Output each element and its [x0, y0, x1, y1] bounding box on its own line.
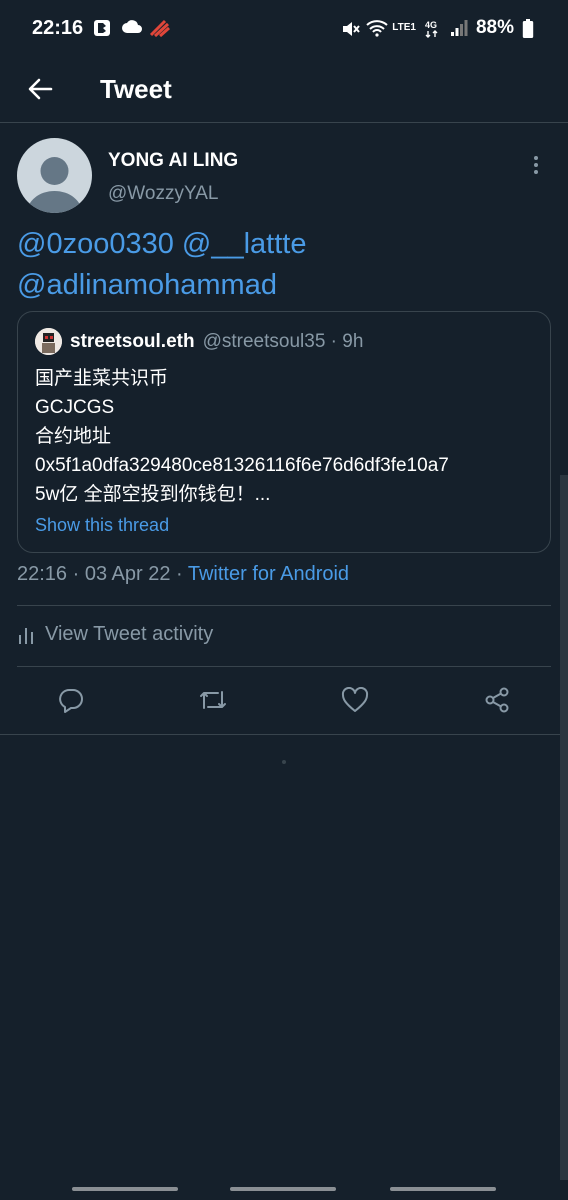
more-vertical-icon [534, 156, 538, 174]
mute-icon [340, 19, 361, 37]
nav-home[interactable] [230, 1187, 336, 1191]
tweet-actions-bar [17, 668, 551, 732]
author-handle[interactable]: @WozzyYAL [108, 183, 218, 205]
top-app-bar: Tweet [0, 56, 568, 123]
reply-icon [59, 689, 83, 713]
tweet-source-link[interactable]: Twitter for Android [188, 563, 349, 585]
retweet-icon [200, 691, 226, 709]
author-avatar[interactable] [17, 138, 92, 213]
scrollbar[interactable] [560, 475, 568, 1180]
quoted-tweet-body: 国产韭菜共识币 GCJCGS 合约地址 0x5f1a0dfa329480ce81… [35, 364, 449, 509]
share-button[interactable] [473, 676, 521, 724]
volte-label: LTE1 [392, 22, 416, 33]
loading-indicator [282, 760, 286, 764]
status-bar: 22:16 LTE1 4G 88% [0, 0, 568, 56]
retweet-button[interactable] [189, 676, 237, 724]
quoted-line: 合约地址 [35, 426, 112, 447]
heart-icon [341, 687, 369, 712]
cloud-icon [121, 19, 143, 37]
quoted-line: 0x5f1a0dfa329480ce81326116f6e76d6df3fe10… [35, 455, 449, 476]
divider [0, 734, 568, 735]
more-options-button[interactable] [521, 150, 551, 180]
view-tweet-activity-label: View Tweet activity [45, 623, 214, 645]
default-avatar-icon [27, 157, 82, 213]
tweet-text: @0zoo0330 @__lattte @adlinamohammad [17, 224, 537, 306]
divider [17, 605, 551, 606]
tweet-meta: 22:16 · 03 Apr 22 · Twitter for Android [17, 563, 349, 586]
4g-icon: 4G [424, 19, 442, 38]
quoted-author-handle: @streetsoul35 · 9h [202, 330, 364, 352]
status-time: 22:16 [32, 16, 84, 39]
battery-percent: 88% [475, 17, 514, 38]
quoted-author-avatar [35, 328, 62, 355]
view-tweet-activity-button[interactable]: View Tweet activity [17, 623, 213, 646]
reply-button[interactable] [47, 676, 95, 724]
wifi-icon [366, 19, 388, 37]
author-name[interactable]: YONG AI LING [108, 150, 238, 172]
quoted-line: GCJCGS [35, 397, 115, 418]
show-thread-link[interactable]: Show this thread [35, 515, 169, 536]
quoted-line: 国产韭菜共识币 [35, 368, 169, 389]
back-button[interactable] [20, 69, 60, 109]
mention-link[interactable]: @adlinamohammad [17, 269, 277, 301]
page-title: Tweet [100, 73, 172, 104]
arrow-left-icon [28, 78, 53, 100]
svg-text:4G: 4G [425, 20, 437, 30]
quoted-tweet-header: streetsoul.eth @streetsoul35 · 9h [35, 328, 363, 355]
quoted-tweet-card[interactable]: streetsoul.eth @streetsoul35 · 9h 国产韭菜共识… [17, 311, 551, 553]
notification-app-icon [93, 19, 111, 37]
cell-signal-icon [450, 19, 468, 37]
battery-icon [522, 19, 540, 38]
nav-back[interactable] [390, 1187, 496, 1191]
mention-link[interactable]: @0zoo0330 [17, 228, 174, 260]
mention-link[interactable]: @__lattte [182, 228, 307, 260]
bar-chart-icon [19, 627, 33, 644]
quoted-author-name: streetsoul.eth [70, 330, 195, 352]
quoted-line: 5w亿 全部空投到你钱包！... [35, 484, 271, 505]
like-button[interactable] [331, 676, 379, 724]
nav-recent-apps[interactable] [72, 1187, 178, 1191]
signal-wave-icon [149, 19, 171, 38]
divider [17, 666, 551, 667]
tweet-timestamp: 22:16 · 03 Apr 22 · [17, 563, 188, 585]
share-icon [485, 687, 509, 713]
